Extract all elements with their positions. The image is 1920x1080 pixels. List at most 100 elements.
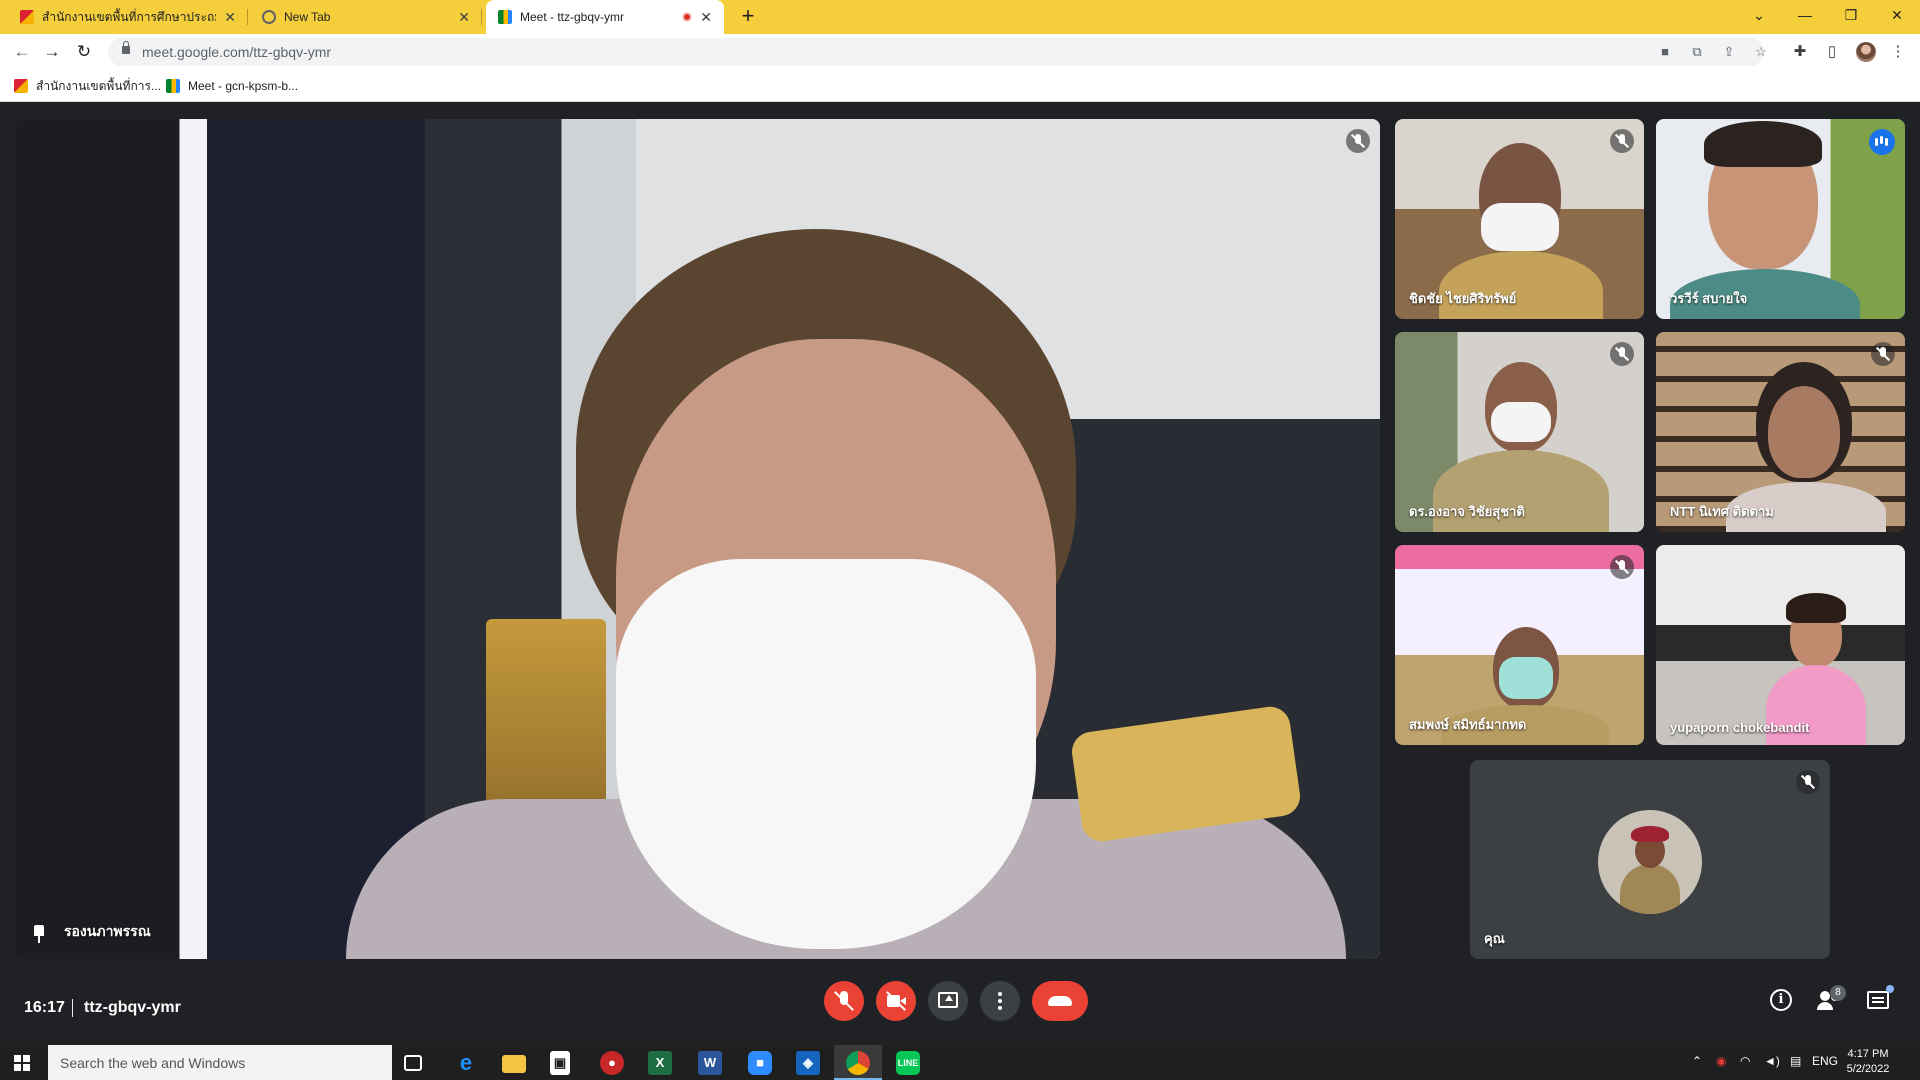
browser-toolbar: ← → ↻ meet.google.com/ttz-gbqv-ymr ■ ⧉ ⇪… [0, 34, 1920, 70]
close-tab-icon[interactable]: ✕ [458, 9, 470, 26]
extensions-icon[interactable]: ✚ [1790, 42, 1810, 62]
tab-search-button[interactable]: ⌄ [1736, 0, 1782, 30]
forward-button[interactable]: → [40, 40, 64, 64]
microphone-off-icon [1346, 129, 1370, 153]
new-tab-button[interactable]: + [736, 5, 760, 29]
present-now-button[interactable] [928, 981, 968, 1021]
tab-title: Meet - ttz-gbqv-ymr [520, 10, 625, 24]
microphone-off-icon [1796, 770, 1820, 794]
google-meet-icon [498, 10, 512, 24]
meeting-details-button[interactable]: i [1768, 987, 1796, 1015]
microphone-off-icon [1610, 342, 1634, 366]
reload-button[interactable]: ↻ [72, 40, 96, 64]
wifi-icon[interactable]: ◠ [1740, 1054, 1750, 1068]
notification-icon[interactable]: ▤ [1790, 1054, 1801, 1068]
speaking-indicator-icon [1869, 129, 1895, 155]
toggle-camera-button[interactable] [876, 981, 916, 1021]
show-hidden-icons[interactable]: ⌃ [1692, 1054, 1702, 1068]
leave-call-button[interactable] [1032, 981, 1088, 1021]
url-text[interactable]: meet.google.com/ttz-gbqv-ymr [142, 44, 331, 60]
back-button[interactable]: ← [10, 40, 34, 64]
participant-name: NTT นิเทศ ติดตาม [1670, 504, 1774, 519]
participant-tile[interactable]: วรวีร์ สบายใจ [1656, 119, 1905, 319]
open-external-icon[interactable]: ⧉ [1688, 43, 1706, 61]
participant-name: วรวีร์ สบายใจ [1670, 291, 1748, 306]
address-bar[interactable]: meet.google.com/ttz-gbqv-ymr ■ ⧉ ⇪ ☆ [108, 38, 1767, 66]
search-placeholder: Search the web and Windows [60, 1055, 246, 1071]
bookmark-star-icon[interactable]: ☆ [1752, 43, 1770, 61]
system-clock[interactable]: 4:17 PM 5/2/2022 [1838, 1047, 1898, 1077]
close-window-button[interactable]: ✕ [1874, 0, 1920, 30]
recording-indicator-icon [682, 12, 693, 22]
meet-stage: รองนภาพรรณ ชิดชัย ไชยศิริทรัพย์ วรวีร์ ส… [0, 103, 1920, 1045]
close-tab-icon[interactable]: ✕ [700, 9, 712, 26]
avatar [1598, 810, 1702, 914]
taskbar-search-input[interactable]: Search the web and Windows [48, 1045, 392, 1080]
participant-name: ดร.องอาจ วิชัยสุชาติ [1409, 504, 1525, 519]
task-view-icon[interactable] [404, 1055, 422, 1071]
profile-avatar[interactable] [1856, 42, 1876, 62]
system-date: 5/2/2022 [1846, 1063, 1890, 1075]
input-language[interactable]: ENG [1812, 1054, 1838, 1068]
leave-call-icon [1048, 996, 1072, 1006]
chrome-icon[interactable] [846, 1051, 870, 1075]
present-screen-icon [938, 992, 958, 1008]
main-video-tile[interactable]: รองนภาพรรณ [16, 119, 1380, 959]
self-video-tile[interactable]: คุณ [1470, 760, 1830, 959]
participant-tile[interactable]: สมพงษ์ สมิทธ์มากทด [1395, 545, 1644, 745]
unread-chat-indicator [1886, 985, 1894, 993]
zoom-icon[interactable]: ■ [748, 1051, 772, 1075]
word-icon[interactable]: W [698, 1051, 722, 1075]
bookmarks-bar: สำนักงานเขตพื้นที่การ... Meet - gcn-kpsm… [0, 70, 1920, 102]
camera-in-use-icon[interactable]: ■ [1656, 43, 1674, 61]
participant-name: รองนภาพรรณ [64, 923, 151, 939]
participant-name: ชิดชัย ไชยศิริทรัพย์ [1409, 291, 1517, 306]
bookmark-label: สำนักงานเขตพื้นที่การ... [36, 78, 161, 93]
tray-app-icon[interactable]: ◉ [1716, 1054, 1726, 1068]
windows-start-icon[interactable] [14, 1055, 30, 1071]
meet-control-bar: 16:17 ttz-gbqv-ymr i 8 [0, 975, 1920, 1045]
self-name: คุณ [1484, 931, 1505, 946]
people-icon [1817, 991, 1833, 1010]
share-icon[interactable]: ⇪ [1720, 43, 1738, 61]
participant-tile[interactable]: ดร.องอาจ วิชัยสุชาติ [1395, 332, 1644, 532]
tab-meet[interactable]: Meet - ttz-gbqv-ymr ✕ [486, 0, 724, 34]
lock-icon[interactable] [122, 41, 130, 54]
store-icon[interactable]: ▣ [550, 1051, 570, 1075]
participant-tile[interactable]: ชิดชัย ไชยศิริทรัพย์ [1395, 119, 1644, 319]
file-explorer-icon[interactable] [502, 1055, 526, 1073]
meeting-code: ttz-gbqv-ymr [84, 999, 181, 1016]
participant-video [1786, 593, 1846, 623]
tab-kps-office[interactable]: สำนักงานเขตพื้นที่การศึกษาประถมศึกษ ✕ [8, 0, 248, 34]
close-tab-icon[interactable]: ✕ [224, 9, 236, 26]
toggle-microphone-button[interactable] [824, 981, 864, 1021]
more-options-button[interactable] [980, 981, 1020, 1021]
pin-icon[interactable] [30, 925, 48, 943]
participant-tile[interactable]: NTT นิเทศ ติดตาม [1656, 332, 1905, 532]
bookmark-kps-office[interactable]: สำนักงานเขตพื้นที่การ... [14, 76, 161, 96]
side-panel-icon[interactable]: ▯ [1822, 42, 1842, 62]
restore-button[interactable]: ❐ [1828, 0, 1874, 30]
microphone-off-icon [1610, 555, 1634, 579]
line-icon[interactable]: LINE [896, 1051, 920, 1075]
info-icon: i [1770, 989, 1792, 1011]
app-icon[interactable]: ● [600, 1051, 624, 1075]
participant-video [1704, 121, 1822, 167]
participant-name: สมพงษ์ สมิทธ์มากทด [1409, 717, 1527, 732]
participant-tile[interactable]: yupaporn chokebandit [1656, 545, 1905, 745]
edge-icon[interactable]: e [454, 1051, 478, 1075]
excel-icon[interactable]: X [648, 1051, 672, 1075]
more-options-icon [998, 992, 1002, 996]
microphone-off-icon [1871, 342, 1895, 366]
people-count-badge: 8 [1830, 985, 1846, 1001]
minimize-button[interactable]: — [1782, 0, 1828, 30]
participant-name: yupaporn chokebandit [1670, 720, 1810, 735]
chrome-menu-icon[interactable]: ⋮ [1888, 42, 1908, 62]
defender-icon[interactable]: ◈ [796, 1051, 820, 1075]
volume-icon[interactable]: ◄) [1764, 1054, 1780, 1068]
participant-video [616, 559, 1036, 949]
participant-video [1491, 402, 1551, 442]
bookmark-meet[interactable]: Meet - gcn-kpsm-b... [166, 76, 298, 96]
google-meet-icon [166, 79, 180, 93]
tab-new-tab[interactable]: New Tab ✕ [250, 0, 482, 34]
